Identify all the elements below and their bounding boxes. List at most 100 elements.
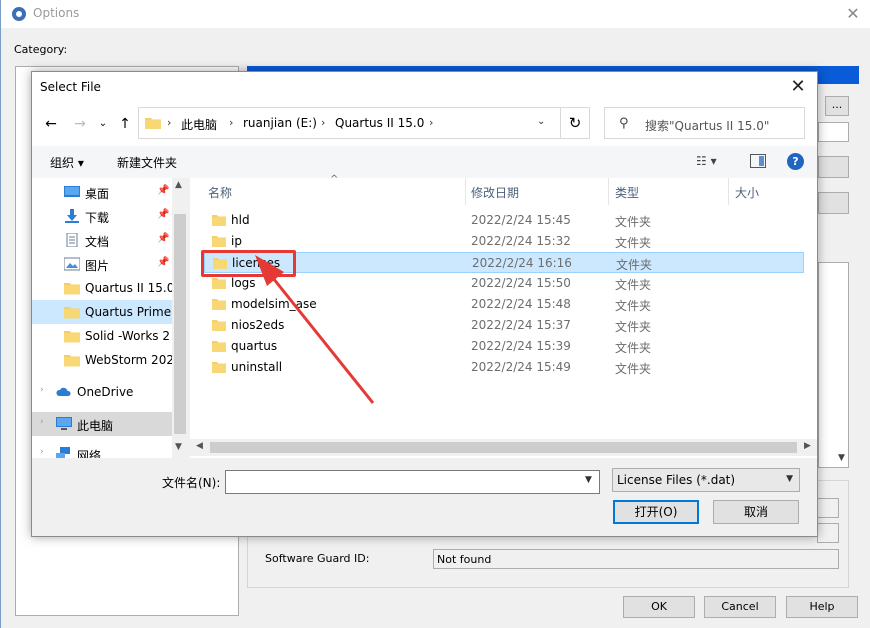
computer-icon: [56, 417, 72, 430]
filetype-select[interactable]: License Files (*.dat) ▼: [612, 468, 800, 492]
breadcrumb-chevron-icon[interactable]: ›: [429, 116, 433, 129]
file-row[interactable]: quartus 2022/2/24 15:39 文件夹: [204, 336, 804, 357]
nav-item-quartus-ii[interactable]: Quartus II 15.0: [32, 276, 188, 300]
options-field[interactable]: [818, 122, 849, 142]
back-arrow-icon[interactable]: ←: [40, 114, 62, 134]
software-guard-label: Software Guard ID:: [265, 552, 370, 565]
nav-item-solidworks[interactable]: Solid -Works 2: [32, 324, 188, 348]
breadcrumb-folder[interactable]: Quartus II 15.0: [335, 116, 424, 130]
column-header-modified[interactable]: 修改日期: [471, 184, 519, 201]
expand-chevron-icon[interactable]: ›: [40, 447, 44, 457]
file-modified: 2022/2/24 15:32: [471, 234, 571, 248]
folder-icon: [212, 320, 226, 331]
file-name: hld: [231, 213, 250, 227]
nav-item-quartus-prime[interactable]: Quartus Prime: [32, 300, 188, 324]
refresh-button[interactable]: ↻: [560, 107, 590, 139]
breadcrumb-chevron-icon[interactable]: ›: [321, 116, 325, 129]
navigation-pane: 桌面 📌 下载 📌 文档 📌 图片 📌 Quartus II 15.0 Quar…: [32, 178, 188, 458]
address-dropdown-icon[interactable]: ⌄: [537, 116, 545, 127]
breadcrumb-drive[interactable]: ruanjian (E:): [243, 116, 317, 130]
file-row[interactable]: uninstall 2022/2/24 15:49 文件夹: [204, 357, 804, 378]
search-placeholder: 搜索"Quartus II 15.0": [645, 119, 770, 133]
sort-ascending-icon: ^: [330, 174, 339, 185]
network-icon: [56, 447, 70, 458]
scroll-down-icon[interactable]: ▼: [834, 450, 849, 467]
expand-chevron-icon[interactable]: ›: [40, 417, 44, 427]
nav-label: 下载: [85, 211, 110, 225]
preview-pane-icon[interactable]: [750, 154, 766, 168]
filename-label: 文件名(N):: [162, 476, 221, 490]
scroll-down-icon[interactable]: ▼: [175, 442, 182, 452]
forward-arrow-icon[interactable]: →: [69, 114, 91, 134]
nav-item-this-pc[interactable]: › 此电脑: [32, 412, 188, 436]
file-row[interactable]: modelsim_ase 2022/2/24 15:48 文件夹: [204, 294, 804, 315]
up-arrow-icon[interactable]: ↑: [114, 114, 136, 134]
filename-input[interactable]: [225, 470, 600, 494]
pin-icon: 📌: [157, 257, 170, 268]
filetype-value: License Files (*.dat): [617, 473, 736, 487]
nav-item-network[interactable]: › 网络: [32, 442, 188, 458]
nav-item-webstorm[interactable]: WebStorm 202: [32, 348, 188, 372]
nav-label: 图片: [85, 259, 110, 273]
file-row[interactable]: hld 2022/2/24 15:45 文件夹: [204, 210, 804, 231]
options-button-1[interactable]: [818, 156, 849, 178]
file-type: 文件夹: [615, 236, 652, 250]
nav-item-desktop[interactable]: 桌面 📌: [32, 180, 188, 204]
column-divider[interactable]: [728, 178, 729, 205]
column-header-size[interactable]: 大小: [735, 184, 759, 201]
nav-item-onedrive[interactable]: › OneDrive: [32, 380, 188, 404]
breadcrumb-chevron-icon[interactable]: ›: [167, 116, 171, 129]
navigation-bar: ← → ⌄ ↑ › 此电脑 › ruanjian (E:) › Quartus …: [32, 102, 817, 146]
highlight-box: [201, 250, 296, 277]
view-options-icon[interactable]: ☷ ▾: [696, 154, 717, 168]
nav-label: Quartus II 15.0: [85, 281, 175, 295]
nav-scrollbar[interactable]: ▲ ▼: [172, 178, 188, 458]
nav-item-documents[interactable]: 文档 📌: [32, 228, 188, 252]
options-list[interactable]: [818, 262, 849, 468]
category-label: Category:: [14, 43, 68, 56]
scroll-up-icon[interactable]: ▲: [175, 180, 182, 190]
file-type: 文件夹: [615, 278, 652, 292]
help-button[interactable]: Help: [786, 596, 858, 618]
search-box[interactable]: ⚲ 搜索"Quartus II 15.0": [604, 107, 805, 139]
nav-label: WebStorm 202: [85, 353, 174, 367]
column-header-name[interactable]: 名称: [208, 184, 232, 201]
address-bar[interactable]: › 此电脑 › ruanjian (E:) › Quartus II 15.0 …: [138, 107, 587, 139]
breadcrumb-chevron-icon[interactable]: ›: [229, 116, 233, 129]
column-divider[interactable]: [608, 178, 609, 205]
organize-menu[interactable]: 组织 ▾: [50, 154, 84, 171]
file-row[interactable]: nios2eds 2022/2/24 15:37 文件夹: [204, 315, 804, 336]
scroll-left-icon[interactable]: ◀: [196, 441, 203, 451]
dialog-close-icon[interactable]: ✕: [787, 76, 809, 98]
ok-button[interactable]: OK: [623, 596, 695, 618]
file-name: ip: [231, 234, 242, 248]
scroll-right-icon[interactable]: ▶: [804, 441, 811, 451]
browse-button[interactable]: ...: [825, 96, 849, 116]
pin-icon: 📌: [157, 185, 170, 196]
cancel-button[interactable]: Cancel: [704, 596, 776, 618]
nav-item-downloads[interactable]: 下载 📌: [32, 204, 188, 228]
recent-chevron-icon[interactable]: ⌄: [92, 114, 114, 134]
filename-dropdown-icon[interactable]: ▼: [585, 475, 592, 485]
nav-item-pictures[interactable]: 图片 📌: [32, 252, 188, 276]
nav-label: Quartus Prime: [85, 305, 172, 319]
dialog-cancel-button[interactable]: 取消: [713, 500, 799, 524]
scroll-thumb[interactable]: [174, 214, 186, 434]
command-bar: 组织 ▾ 新建文件夹 ☷ ▾ ?: [32, 146, 817, 178]
file-name: logs: [231, 276, 256, 290]
open-button[interactable]: 打开(O): [613, 500, 699, 524]
folder-icon: [64, 355, 80, 367]
column-divider[interactable]: [465, 178, 466, 205]
options-close-icon[interactable]: ✕: [843, 4, 863, 24]
options-button-2[interactable]: [818, 192, 849, 214]
new-folder-button[interactable]: 新建文件夹: [117, 154, 177, 171]
file-row[interactable]: ip 2022/2/24 15:32 文件夹: [204, 231, 804, 252]
horizontal-scrollbar[interactable]: ◀ ▶: [190, 439, 817, 456]
expand-chevron-icon[interactable]: ›: [40, 385, 44, 395]
breadcrumb-this-pc[interactable]: 此电脑: [181, 116, 217, 133]
help-icon[interactable]: ?: [787, 153, 804, 170]
dialog-titlebar: Select File ✕: [32, 72, 817, 102]
file-modified: 2022/2/24 15:37: [471, 318, 571, 332]
column-header-type[interactable]: 类型: [615, 184, 639, 201]
scroll-thumb[interactable]: [210, 442, 797, 453]
